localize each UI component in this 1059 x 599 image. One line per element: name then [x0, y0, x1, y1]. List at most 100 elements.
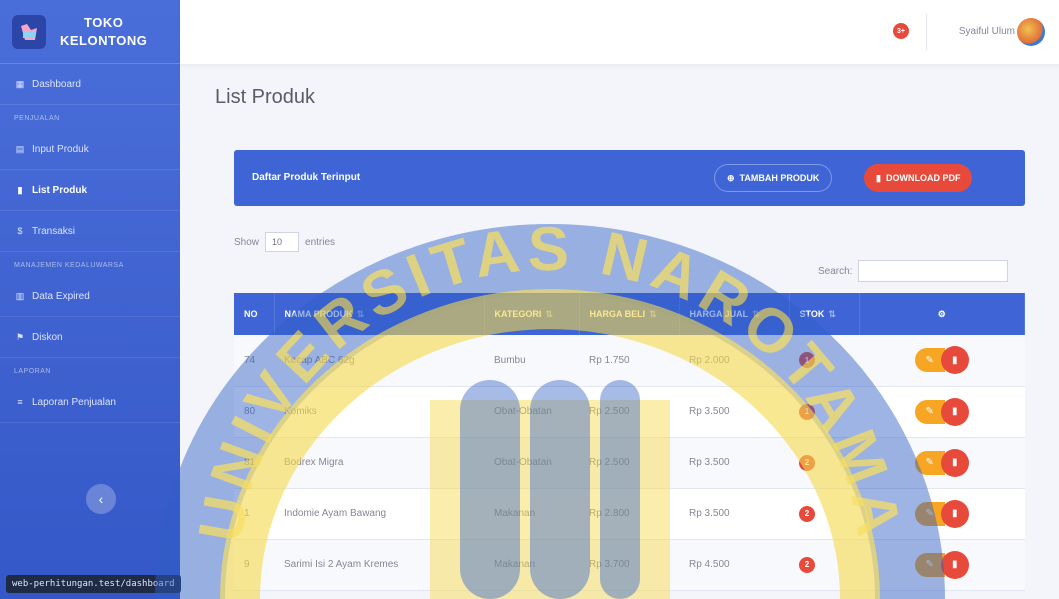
sidebar-item-label: Dashboard: [32, 78, 81, 90]
cell-no: 1: [234, 488, 274, 540]
user-name[interactable]: Syaiful Ulum: [959, 26, 1015, 37]
th-harga-jual[interactable]: HARGA JUAL ⇅: [679, 293, 790, 335]
sidebar-item-list-produk[interactable]: ▮ List Produk: [0, 170, 180, 211]
sort-icon: ⇅: [752, 308, 760, 319]
product-table: NO NAMA PRODUK ⇅ KATEGORI ⇅ HARGA BELI ⇅ HA…: [234, 293, 1025, 591]
table-header-row: NO NAMA PRODUK ⇅ KATEGORI ⇅ HARGA BELI ⇅ HA…: [234, 293, 1025, 335]
th-no[interactable]: NO: [234, 293, 275, 335]
sidebar-item-data-expired[interactable]: ▥ Data Expired: [0, 276, 180, 317]
page-title: List Produk: [215, 86, 316, 108]
file-pdf-icon: ▮: [876, 172, 881, 183]
cell-nama: Indomie Ayam Bawang: [274, 488, 484, 540]
table-icon: ▥: [15, 290, 25, 301]
chart-icon: ≡: [17, 397, 23, 407]
delete-button[interactable]: ▮: [940, 550, 969, 579]
cell-stok: 2: [789, 437, 859, 489]
sidebar-heading-penjualan: PENJUALAN: [14, 115, 60, 122]
sidebar-item-label: List Produk: [32, 184, 88, 196]
sidebar-item-label: Transaksi: [32, 225, 75, 237]
gear-icon: ⚙: [937, 308, 946, 319]
topbar: 3+ Syaiful Ulum: [180, 0, 1059, 64]
cell-kategori: Makanan: [484, 539, 579, 591]
th-harga-beli[interactable]: HARGA BELI ⇅: [579, 293, 680, 335]
search-control: Search:: [818, 260, 1009, 282]
table-row: 80 Komiks Obat-Obatan Rp 2.500 Rp 3.500 …: [234, 386, 1025, 438]
search-label: Search:: [818, 265, 853, 277]
edit-icon: ✎: [925, 354, 934, 366]
cell-jual: Rp 4.500: [679, 539, 789, 591]
th-label: NAMA PRODUK: [284, 308, 353, 319]
download-pdf-button[interactable]: ▮ DOWNLOAD PDF: [864, 164, 973, 192]
cell-nama: Sarimi Isi 2 Ayam Kremes: [274, 539, 484, 591]
sidebar-item-laporan-penjualan[interactable]: ≡ Laporan Penjualan: [0, 382, 180, 423]
cell-beli: Rp 3.700: [579, 539, 679, 591]
cell-kategori: Bumbu: [484, 335, 579, 387]
edit-icon: ✎: [925, 406, 934, 417]
sort-icon: ⇅: [828, 308, 836, 319]
cell-no: 81: [234, 437, 274, 489]
cell-kategori: Obat-Obatan: [484, 386, 579, 438]
cell-beli: Rp 2.500: [579, 437, 679, 489]
cell-jual: Rp 2.000: [679, 335, 789, 387]
money-icon: $: [17, 226, 23, 236]
table-row: 9 Sarimi Isi 2 Ayam Kremes Makanan Rp 3.…: [234, 539, 1025, 591]
sidebar-heading-laporan: LAPORAN: [14, 368, 51, 375]
th-nama-produk[interactable]: NAMA PRODUK ⇅: [274, 293, 485, 335]
cell-no: 9: [234, 539, 274, 591]
tag-icon: ⚑: [15, 331, 25, 342]
sidebar-item-transaksi[interactable]: $ Transaksi: [0, 211, 180, 252]
cell-stok: 2: [789, 539, 859, 591]
th-kategori[interactable]: KATEGORI ⇅: [484, 293, 580, 335]
cell-kategori: Obat-Obatan: [484, 437, 579, 489]
sidebar-item-input-produk[interactable]: ▤ Input Produk: [0, 129, 180, 170]
delete-button[interactable]: ▮: [940, 397, 969, 426]
status-url: web-perhitungan.test/dashboard: [6, 575, 181, 593]
cell-stok: 2: [789, 488, 859, 540]
trash-icon: ▮: [951, 406, 958, 417]
table-row: 74 Kecap ABC 62g Bumbu Rp 1.750 Rp 2.000…: [234, 335, 1025, 387]
cell-beli: Rp 2.500: [579, 386, 679, 438]
entries-label: entries: [305, 236, 336, 248]
add-product-label: TAMBAH PRODUK: [739, 173, 820, 183]
file-icon: ▮: [17, 184, 23, 195]
brand[interactable]: TOKO KELONTONG: [0, 0, 180, 64]
avatar[interactable]: [1017, 18, 1045, 46]
cell-actions: ✎ ▮: [859, 539, 1025, 591]
sidebar-item-label: Input Produk: [32, 143, 89, 155]
cell-jual: Rp 3.500: [679, 386, 789, 438]
th-label: NO: [244, 309, 258, 319]
th-label: KATEGORI: [494, 308, 542, 319]
topbar-divider: [926, 14, 927, 50]
notification-badge[interactable]: 3+: [893, 23, 909, 39]
cell-actions: ✎ ▮: [859, 488, 1025, 540]
search-input[interactable]: [858, 260, 1009, 282]
sidebar-item-label: Data Expired: [32, 290, 90, 302]
sort-icon: ⇅: [356, 308, 365, 319]
sidebar-toggle-button[interactable]: ‹: [86, 484, 116, 514]
card-header: Daftar Produk Terinput ⊕ TAMBAH PRODUK ▮ D…: [234, 150, 1025, 206]
sidebar-item-dashboard[interactable]: ▦ Dashboard: [0, 64, 180, 105]
delete-button[interactable]: ▮: [940, 448, 969, 477]
table-row: 1 Indomie Ayam Bawang Makanan Rp 2.800 R…: [234, 488, 1025, 540]
cell-stok: 1: [789, 386, 859, 438]
sidebar-heading-kedaluwarsa: MANAJEMEN KEDALUWARSA: [14, 262, 124, 269]
show-label: Show: [234, 236, 260, 248]
delete-button[interactable]: ▮: [940, 499, 969, 528]
entries-control: Show 10 entries: [234, 232, 335, 252]
entries-select[interactable]: 10: [265, 232, 300, 252]
th-label: HARGA BELI: [589, 308, 646, 319]
dashboard-icon: ▦: [15, 78, 25, 89]
stock-badge: 2: [799, 505, 815, 522]
sidebar-item-diskon[interactable]: ⚑ Diskon: [0, 317, 180, 358]
cell-jual: Rp 3.500: [679, 437, 789, 489]
cell-actions: ✎ ▮: [859, 386, 1025, 438]
cell-nama: Kecap ABC 62g: [274, 335, 484, 387]
stock-badge: 1: [799, 352, 815, 369]
cell-nama: Komiks: [274, 386, 484, 438]
th-stok[interactable]: STOK ⇅: [789, 293, 860, 335]
add-product-button[interactable]: ⊕ TAMBAH PRODUK: [714, 164, 833, 192]
card-title: Daftar Produk Terinput: [252, 172, 361, 183]
brand-line2: KELONTONG: [60, 32, 148, 48]
grid-icon: ▤: [15, 143, 25, 154]
delete-button[interactable]: ▮: [940, 346, 969, 375]
